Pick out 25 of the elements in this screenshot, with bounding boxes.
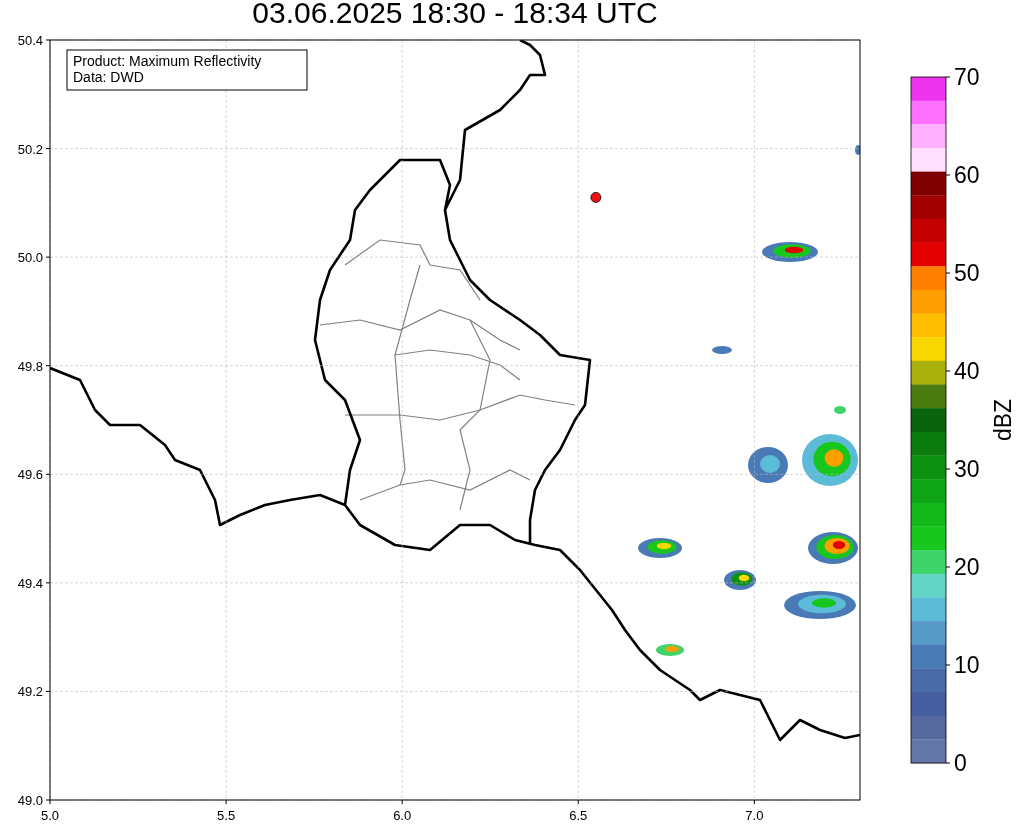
- x-tick-label: 6.0: [393, 808, 412, 823]
- colorbar-label: dBZ: [990, 398, 1016, 442]
- y-tick-label: 49.4: [17, 575, 43, 591]
- colorbar-tick-label: 0: [954, 750, 967, 776]
- y-tick-label: 50.0: [17, 250, 43, 266]
- x-tick-label: 5.0: [40, 808, 60, 823]
- colorbar-tick-label: 60: [954, 162, 980, 188]
- x-tick-label: 6.5: [569, 808, 588, 823]
- colorbar-tick-label: 30: [954, 456, 980, 482]
- colorbar-tick-label: 20: [954, 554, 980, 580]
- info-text: Data: DWD: [73, 69, 144, 85]
- colorbar-tick-label: 10: [954, 652, 980, 678]
- y-tick-label: 50.4: [17, 33, 43, 48]
- x-tick-label: 7.0: [745, 808, 764, 823]
- chart-title: 03.06.2025 18:30 - 18:34 UTC: [252, 0, 658, 30]
- y-tick-label: 49.6: [17, 467, 43, 483]
- colorbar-tick-label: 40: [954, 358, 980, 384]
- colorbar-tick-label: 50: [954, 260, 980, 286]
- colorbar-tick-label: 70: [954, 64, 980, 90]
- y-tick-label: 50.2: [17, 141, 43, 157]
- info-text: Product: Maximum Reflectivity: [73, 53, 262, 69]
- y-tick-label: 49.2: [17, 684, 43, 700]
- x-tick-label: 5.5: [217, 808, 236, 823]
- y-tick-label: 49.0: [17, 793, 43, 808]
- y-tick-label: 49.8: [17, 358, 43, 374]
